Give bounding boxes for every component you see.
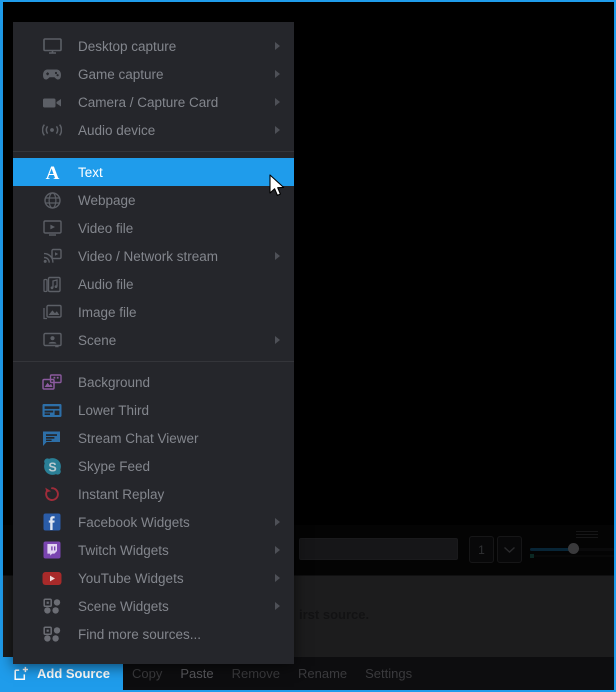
- quantity-stepper[interactable]: 1: [469, 536, 494, 563]
- menu-item-label: Text: [78, 164, 103, 180]
- lower-third-icon: [39, 399, 65, 421]
- dropdown-button[interactable]: [497, 536, 522, 563]
- gamepad-icon: [39, 63, 65, 85]
- scene-widgets-icon: [39, 595, 65, 617]
- slider-secondary-track: [530, 555, 614, 557]
- menu-item-video-network-stream[interactable]: Video / Network stream: [13, 242, 294, 270]
- menu-item-label: Stream Chat Viewer: [78, 430, 199, 446]
- background-icon: [39, 371, 65, 393]
- twitch-icon: [39, 539, 65, 561]
- chevron-right-icon: [275, 602, 280, 610]
- menu-item-label: YouTube Widgets: [78, 570, 184, 586]
- menu-item-label: Webpage: [78, 192, 136, 208]
- menu-item-video-file[interactable]: Video file: [13, 214, 294, 242]
- menu-item-audio-file[interactable]: Audio file: [13, 270, 294, 298]
- audio-file-icon: [39, 273, 65, 295]
- text-input-field[interactable]: [299, 538, 458, 560]
- menu-item-label: Video / Network stream: [78, 248, 219, 264]
- monitor-icon: [39, 35, 65, 57]
- drag-handle-icon[interactable]: [576, 531, 598, 539]
- menu-item-image-file[interactable]: Image file: [13, 298, 294, 326]
- camcorder-icon: [39, 91, 65, 113]
- volume-slider[interactable]: [530, 543, 614, 558]
- chevron-down-icon: [504, 546, 515, 553]
- slider-fill: [530, 548, 571, 551]
- copy-button[interactable]: Copy: [123, 666, 171, 681]
- menu-item-audio-device[interactable]: Audio device: [13, 116, 294, 144]
- facebook-icon: [39, 511, 65, 533]
- chevron-right-icon: [275, 42, 280, 50]
- menu-item-label: Audio device: [78, 122, 156, 138]
- chat-bubble-icon: [39, 427, 65, 449]
- application-window: 1 irst source. Add Source Copy Paste Rem…: [0, 0, 616, 692]
- remove-button[interactable]: Remove: [223, 666, 289, 681]
- menu-top-spacer: [13, 22, 294, 32]
- menu-item-label: Video file: [78, 220, 134, 236]
- menu-item-label: Audio file: [78, 276, 134, 292]
- stepper-value: 1: [478, 542, 485, 557]
- menu-item-scene-widgets[interactable]: Scene Widgets: [13, 592, 294, 620]
- skype-icon: S: [39, 455, 65, 477]
- find-sources-icon: [39, 623, 65, 645]
- menu-item-game-capture[interactable]: Game capture: [13, 60, 294, 88]
- menu-item-label: Skype Feed: [78, 458, 151, 474]
- scene-icon: [39, 329, 65, 351]
- menu-item-webpage[interactable]: Webpage: [13, 186, 294, 214]
- video-file-icon: [39, 217, 65, 239]
- svg-text:A: A: [45, 164, 59, 181]
- menu-item-label: Game capture: [78, 66, 164, 82]
- menu-item-camera-capture-card[interactable]: Camera / Capture Card: [13, 88, 294, 116]
- menu-item-label: Facebook Widgets: [78, 514, 190, 530]
- menu-separator: [13, 361, 294, 362]
- empty-state-hint: irst source.: [299, 607, 370, 622]
- chevron-right-icon: [275, 70, 280, 78]
- settings-button[interactable]: Settings: [356, 666, 421, 681]
- menu-item-scene[interactable]: Scene: [13, 326, 294, 354]
- menu-item-stream-chat-viewer[interactable]: Stream Chat Viewer: [13, 424, 294, 452]
- text-a-icon: A: [39, 161, 65, 183]
- menu-item-find-more-sources[interactable]: Find more sources...: [13, 620, 294, 648]
- youtube-icon: [39, 567, 65, 589]
- paste-button[interactable]: Paste: [171, 666, 222, 681]
- menu-item-youtube-widgets[interactable]: YouTube Widgets: [13, 564, 294, 592]
- chevron-right-icon: [275, 98, 280, 106]
- add-source-label: Add Source: [37, 666, 110, 681]
- slider-knob[interactable]: [568, 543, 579, 554]
- svg-text:S: S: [48, 460, 56, 474]
- audio-wave-icon: [39, 119, 65, 141]
- menu-item-label: Scene: [78, 332, 117, 348]
- menu-item-skype-feed[interactable]: S Skype Feed: [13, 452, 294, 480]
- menu-item-facebook-widgets[interactable]: Facebook Widgets: [13, 508, 294, 536]
- menu-item-label: Lower Third: [78, 402, 150, 418]
- menu-item-desktop-capture[interactable]: Desktop capture: [13, 32, 294, 60]
- menu-item-label: Background: [78, 374, 151, 390]
- menu-item-label: Desktop capture: [78, 38, 177, 54]
- chevron-right-icon: [275, 126, 280, 134]
- menu-item-twitch-widgets[interactable]: Twitch Widgets: [13, 536, 294, 564]
- menu-item-text[interactable]: A Text: [13, 158, 294, 186]
- chevron-right-icon: [275, 252, 280, 260]
- menu-item-label: Instant Replay: [78, 486, 165, 502]
- menu-item-label: Image file: [78, 304, 137, 320]
- replay-icon: [39, 483, 65, 505]
- add-source-icon: [14, 666, 28, 681]
- network-stream-icon: [39, 245, 65, 267]
- slider-level-indicator: [530, 554, 534, 558]
- menu-item-label: Twitch Widgets: [78, 542, 169, 558]
- globe-icon: [39, 189, 65, 211]
- menu-item-instant-replay[interactable]: Instant Replay: [13, 480, 294, 508]
- add-source-menu: Desktop capture Game capture Camera / Ca…: [13, 22, 294, 664]
- menu-item-background[interactable]: Background: [13, 368, 294, 396]
- menu-item-label: Scene Widgets: [78, 598, 169, 614]
- chevron-right-icon: [275, 546, 280, 554]
- menu-item-label: Find more sources...: [78, 626, 202, 642]
- chevron-right-icon: [275, 336, 280, 344]
- menu-item-lower-third[interactable]: Lower Third: [13, 396, 294, 424]
- menu-item-label: Camera / Capture Card: [78, 94, 219, 110]
- chevron-right-icon: [275, 574, 280, 582]
- chevron-right-icon: [275, 518, 280, 526]
- rename-button[interactable]: Rename: [289, 666, 356, 681]
- menu-separator: [13, 151, 294, 152]
- image-file-icon: [39, 301, 65, 323]
